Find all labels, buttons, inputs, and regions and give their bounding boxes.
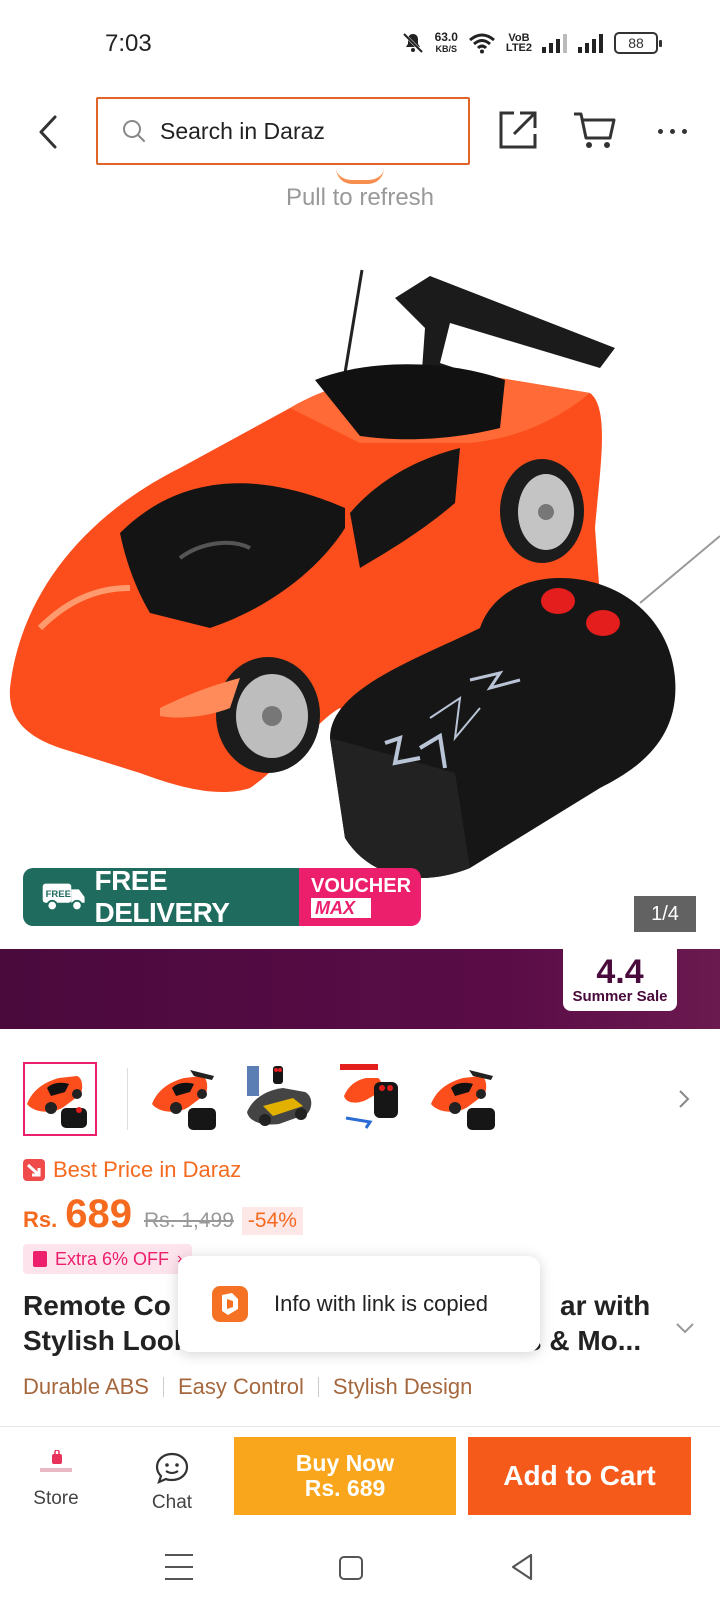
voucher-max-banner: VOUCHER MAX <box>299 868 421 926</box>
search-icon <box>123 120 145 142</box>
price-amount: 689 <box>65 1192 132 1236</box>
voucher-max-label: MAX <box>311 898 371 918</box>
nav-home-button[interactable] <box>339 1556 363 1580</box>
thumbnail-image <box>247 1066 312 1126</box>
more-options-button[interactable] <box>652 116 692 146</box>
menu-line-icon <box>165 1554 193 1556</box>
thumbnail-1[interactable] <box>23 1062 97 1136</box>
more-dot-icon <box>681 128 687 134</box>
signal-icon-sim1 <box>542 34 567 53</box>
copied-toast: Info with link is copied <box>178 1256 540 1352</box>
original-price: Rs. 1,499 <box>144 1209 234 1232</box>
thumbnail-image <box>340 1064 398 1129</box>
menu-line-icon <box>165 1578 193 1580</box>
search-placeholder: Search in Daraz <box>160 117 325 144</box>
nav-recents-button[interactable] <box>165 1554 193 1580</box>
price-currency: Rs. <box>23 1207 58 1232</box>
buy-now-label: Buy Now <box>295 1450 395 1476</box>
voucher-icon <box>33 1251 47 1267</box>
chevron-left-icon <box>39 115 57 149</box>
feature-tags: Durable ABS Easy Control Stylish Design <box>23 1374 472 1400</box>
feature-tag: Stylish Design <box>332 1374 473 1399</box>
pull-to-refresh-text: Pull to refresh <box>285 184 435 211</box>
menu-line-icon <box>165 1566 193 1568</box>
product-image[interactable] <box>0 268 720 948</box>
buy-now-price: Rs. 689 <box>304 1475 386 1501</box>
free-delivery-voucher-badge: FREE FREE DELIVERY VOUCHER MAX <box>23 868 421 926</box>
more-dot-icon <box>669 128 675 134</box>
campaign-badge-label: Summer Sale <box>572 988 668 1005</box>
chat-label: Chat <box>151 1492 193 1513</box>
battery-icon: 88 <box>614 32 662 54</box>
chat-button[interactable]: Chat <box>142 1452 202 1522</box>
refresh-spinner-icon <box>336 168 384 184</box>
volte-indicator: VoB LTE2 <box>505 32 532 54</box>
wifi-icon <box>468 33 495 54</box>
best-price-icon <box>23 1159 45 1181</box>
tag-separator <box>162 1377 164 1397</box>
add-to-cart-button[interactable]: Add to Cart <box>468 1437 691 1515</box>
campaign-badge-number: 4.4 <box>596 953 644 991</box>
voucher-label: VOUCHER <box>311 875 412 897</box>
chat-icon <box>155 1452 189 1484</box>
thumbnail-2[interactable] <box>150 1062 224 1136</box>
triangle-back-icon <box>511 1553 533 1581</box>
delivery-truck-icon: FREE <box>42 883 85 912</box>
add-to-cart-label: Add to Cart <box>503 1460 656 1491</box>
share-icon <box>499 111 537 149</box>
feature-tag: Durable ABS <box>23 1374 149 1399</box>
more-dot-icon <box>657 128 663 134</box>
product-title-line2-right: s & Mo... <box>526 1325 642 1356</box>
status-icons: 63.0 KB/S VoB LTE2 88 <box>401 28 662 58</box>
thumbnail-4[interactable] <box>336 1062 410 1136</box>
thumbnails-next-button[interactable] <box>672 1084 696 1114</box>
free-delivery-banner: FREE FREE DELIVERY <box>23 868 299 926</box>
status-time: 7:03 <box>105 30 152 57</box>
share-button[interactable] <box>496 108 540 152</box>
signal-icon-sim2 <box>578 34 603 53</box>
store-button[interactable]: Store <box>26 1450 86 1520</box>
thumbnail-5[interactable] <box>429 1062 503 1136</box>
best-price-label[interactable]: Best Price in Daraz <box>23 1157 241 1183</box>
cart-button[interactable] <box>572 108 618 152</box>
rc-car-illustration <box>9 269 720 878</box>
network-speed: 63.0 KB/S <box>434 30 458 54</box>
thumbnail-3[interactable] <box>243 1062 317 1136</box>
thumbnail-image <box>152 1070 216 1130</box>
title-expand-button[interactable] <box>672 1315 698 1341</box>
nav-back-button[interactable] <box>510 1552 534 1582</box>
tag-separator <box>317 1377 319 1397</box>
chevron-right-icon <box>679 1090 690 1108</box>
free-delivery-label: FREE DELIVERY <box>94 868 230 926</box>
toast-message: Info with link is copied <box>274 1291 488 1316</box>
price-row: Rs. 689 Rs. 1,499 -54% <box>23 1192 303 1237</box>
product-title-line2-left: Stylish Look <box>23 1325 190 1356</box>
thumbnail-image <box>431 1070 495 1130</box>
image-counter: 1/4 <box>634 896 696 932</box>
cart-icon <box>574 112 616 148</box>
campaign-badge: 4.4 Summer Sale <box>563 949 677 1011</box>
thumbnail-image <box>27 1076 87 1128</box>
store-logo-icon <box>40 1450 72 1472</box>
product-title-line1-right: ar with <box>560 1290 651 1321</box>
buy-now-button[interactable]: Buy Now Rs. 689 <box>234 1437 456 1515</box>
daraz-app-icon <box>212 1286 248 1322</box>
search-input[interactable]: Search in Daraz <box>96 97 470 165</box>
mute-icon <box>402 32 423 54</box>
back-button[interactable] <box>28 108 68 156</box>
product-title-line1-left: Remote Co <box>23 1290 171 1321</box>
truck-free-text: FREE <box>46 889 71 900</box>
extra-discount-tag[interactable]: Extra 6% OFF › <box>23 1244 193 1274</box>
thumbnail-divider <box>127 1068 128 1130</box>
chevron-down-icon <box>676 1323 694 1334</box>
feature-tag: Easy Control <box>177 1374 304 1399</box>
discount-badge: -54% <box>241 1207 303 1235</box>
store-label: Store <box>33 1488 79 1509</box>
